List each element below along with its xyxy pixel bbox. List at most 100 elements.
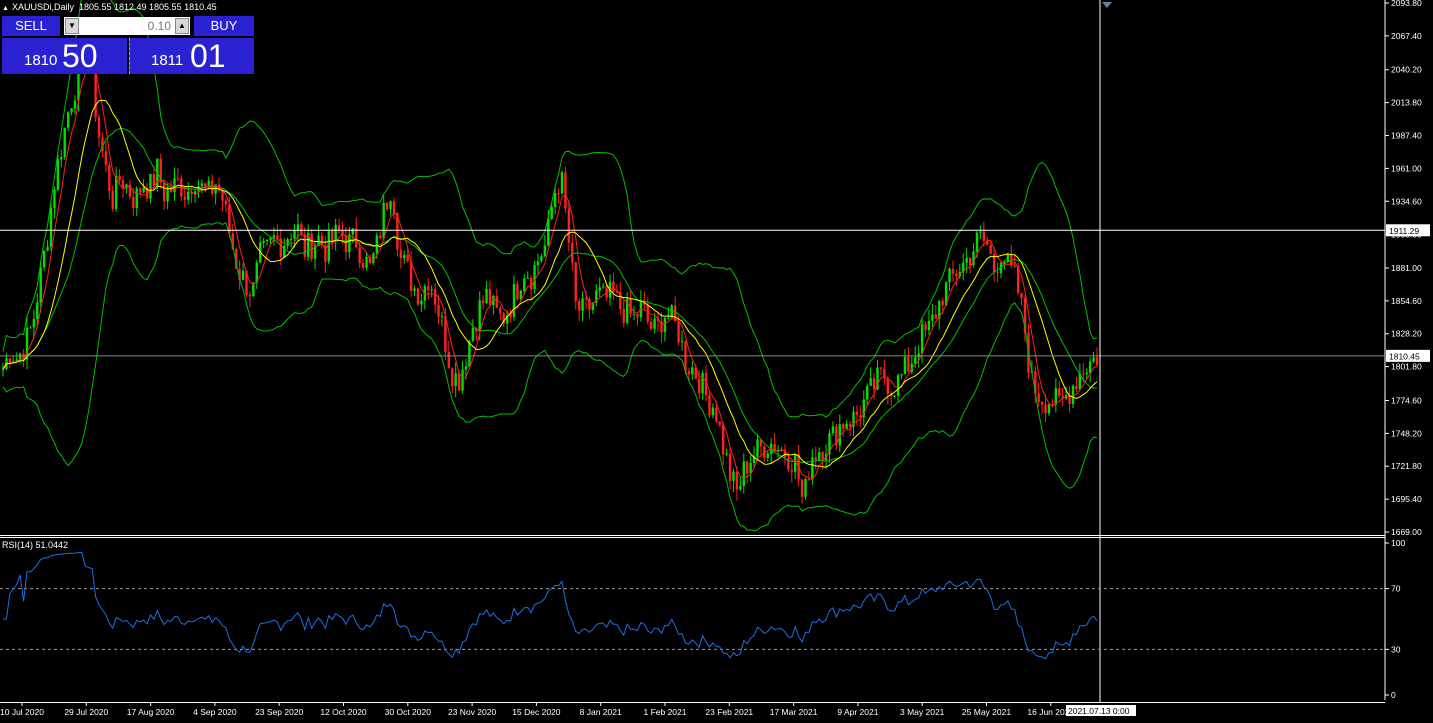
candle-body (385, 202, 389, 210)
candle-body (36, 302, 39, 320)
price-chart[interactable]: 2093.80 2067.40 2040.20 2013.80 1987.40 1961.… (0, 0, 1433, 723)
sell-button[interactable]: SELL (2, 16, 60, 36)
candle (598, 277, 601, 297)
x-tick-label: 15 Dec 2020 (512, 707, 560, 717)
candle-body (680, 341, 684, 343)
candle (183, 186, 186, 208)
candle (732, 468, 735, 493)
candle-body (348, 234, 351, 252)
candle-body (519, 290, 523, 300)
candle-body (29, 327, 32, 329)
candle (811, 449, 814, 486)
candle-body (790, 469, 793, 472)
y-tick-label: 2067.40 (1391, 31, 1422, 41)
candle (859, 405, 862, 428)
candle (577, 298, 581, 322)
candle (934, 304, 938, 319)
candle-body (1092, 357, 1095, 362)
candle-body (965, 257, 968, 263)
candle-body (293, 230, 296, 239)
candle (382, 195, 385, 241)
candle (492, 294, 495, 315)
candle-body (142, 187, 145, 193)
candle-body (893, 395, 896, 397)
candle (828, 428, 831, 463)
candle (420, 293, 423, 312)
candle-body (533, 265, 536, 290)
candle (173, 167, 176, 201)
candle-body (262, 240, 265, 243)
y-tick-label: 1828.20 (1391, 329, 1422, 339)
candle-body (310, 233, 313, 259)
candle (540, 253, 543, 263)
candle-body (108, 164, 111, 192)
candle (413, 285, 416, 297)
candle (485, 281, 488, 305)
candle (588, 296, 591, 319)
candle (344, 226, 348, 261)
candle (53, 186, 56, 219)
candle (557, 188, 560, 204)
y-tick-label: 1669.00 (1391, 527, 1422, 537)
candle-body (248, 294, 252, 297)
candle-body (701, 372, 704, 394)
lot-size-input[interactable] (81, 17, 171, 35)
candle-body (296, 224, 300, 231)
candle (663, 317, 667, 342)
y-tick-label: 2093.80 (1391, 0, 1422, 8)
candle-body (818, 452, 821, 460)
candle-body (457, 373, 461, 391)
candle (962, 253, 965, 281)
candle (951, 260, 955, 282)
candle-body (574, 262, 577, 302)
candle (893, 394, 896, 399)
candle (574, 261, 577, 310)
rsi-line (3, 551, 1098, 660)
candle-body (358, 247, 361, 264)
candle (1058, 381, 1061, 399)
candle (1075, 376, 1078, 393)
candle-body (1047, 404, 1051, 414)
candle-body (859, 415, 862, 418)
candle-body (903, 356, 907, 374)
buy-button[interactable]: BUY (194, 16, 254, 36)
x-tick-label: 4 Sep 2020 (193, 707, 237, 717)
lot-decrease-icon[interactable]: ▼ (65, 18, 79, 34)
candle (759, 438, 763, 457)
y-tick-label: 1961.00 (1391, 163, 1422, 173)
collapse-triangle-icon[interactable]: ▲ (2, 5, 9, 12)
candle-body (718, 421, 721, 425)
candle-body (344, 235, 348, 252)
candle-body (303, 234, 306, 257)
candle-body (427, 286, 430, 291)
sell-price-button[interactable]: 1810 50 (2, 38, 127, 74)
x-tick-label: 12 Oct 2020 (320, 707, 367, 717)
candle-body (756, 439, 759, 457)
candle (1068, 386, 1071, 413)
candle-body (557, 193, 560, 195)
candle-body (355, 228, 358, 248)
candle-body (677, 321, 680, 343)
candle (643, 291, 646, 310)
lot-increase-icon[interactable]: ▲ (175, 18, 189, 34)
candle-body (667, 317, 670, 319)
candle (907, 346, 910, 373)
candle-body (715, 407, 718, 422)
candle (1, 362, 5, 377)
candle-body (975, 232, 979, 252)
candle-body (1040, 401, 1044, 405)
candle (176, 167, 180, 182)
candle (451, 367, 454, 394)
moving-average-fast (2, 56, 1098, 480)
candle-body (1088, 361, 1092, 373)
candle-body (241, 270, 245, 280)
candle (1078, 363, 1082, 392)
candle (516, 280, 519, 301)
candle-body (979, 231, 982, 233)
buy-price-button[interactable]: 1811 01 (129, 38, 254, 74)
candle-body (742, 461, 745, 486)
candle (104, 141, 108, 173)
candle-body (1006, 253, 1010, 262)
candle (543, 234, 547, 258)
candle-body (968, 257, 972, 266)
